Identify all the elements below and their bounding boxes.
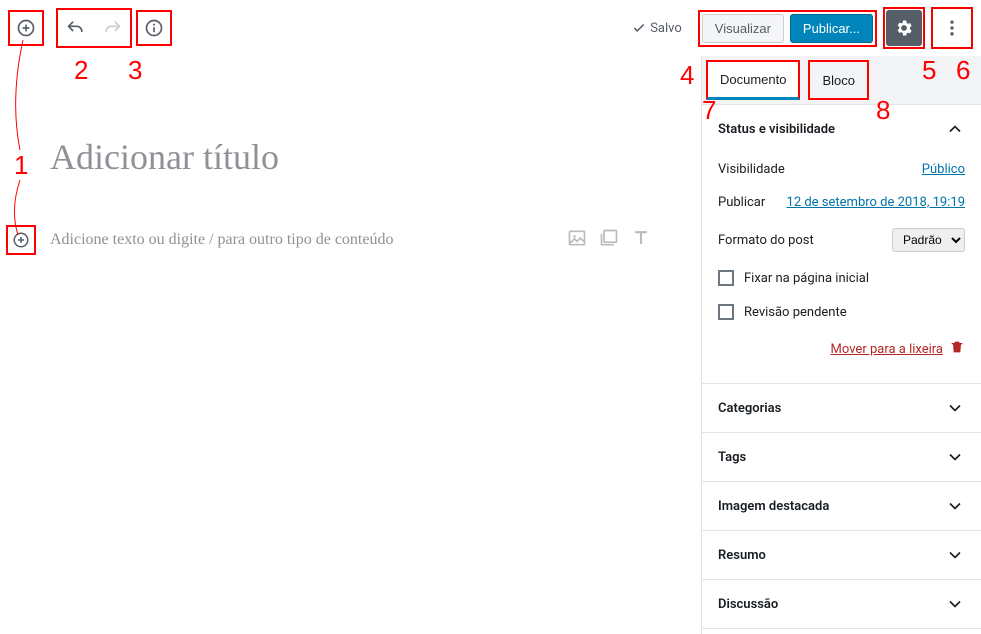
sidebar-tabs: Documento Bloco [702, 56, 981, 105]
history-group [56, 8, 132, 48]
panel-excerpt: Resumo [702, 531, 981, 580]
publish-date-row: Publicar 12 de setembro de 2018, 19:19 [718, 186, 965, 219]
panel-featured-title: Imagem destacada [718, 499, 829, 514]
settings-box [883, 7, 925, 49]
trash-row: Mover para a lixeira [718, 329, 965, 369]
text-block-icon[interactable] [631, 228, 651, 252]
post-format-label: Formato do post [718, 233, 814, 248]
publish-button[interactable]: Publicar... [790, 14, 873, 43]
save-status: Salvo [632, 21, 682, 36]
undo-icon [66, 18, 86, 38]
image-block-icon[interactable] [567, 228, 587, 252]
stick-checkbox-row[interactable]: Fixar na página inicial [718, 261, 965, 295]
panel-featured-header[interactable]: Imagem destacada [702, 482, 981, 530]
more-options-button[interactable] [934, 10, 970, 46]
info-icon [144, 18, 164, 38]
post-format-select[interactable]: Padrão [892, 228, 965, 252]
visibility-row: Visibilidade Público [718, 153, 965, 186]
default-block-row: Adicione texto ou digite / para outro ti… [50, 228, 651, 252]
chevron-down-icon [945, 594, 965, 614]
settings-button[interactable] [886, 10, 922, 46]
chevron-down-icon [945, 447, 965, 467]
pending-label: Revisão pendente [744, 305, 847, 320]
save-status-label: Salvo [650, 21, 682, 36]
toolbar-left-group [8, 8, 172, 48]
panel-status-title: Status e visibilidade [718, 122, 835, 137]
chevron-down-icon [945, 545, 965, 565]
block-quick-inserters [567, 228, 651, 252]
panel-status-visibility: Status e visibilidade Visibilidade Públi… [702, 105, 981, 384]
tab-block[interactable]: Bloco [808, 60, 869, 100]
panel-categories-title: Categorias [718, 401, 781, 416]
post-format-row: Formato do post Padrão [718, 219, 965, 261]
preview-button[interactable]: Visualizar [702, 14, 784, 43]
undo-button[interactable] [58, 10, 94, 46]
editor-canvas: Adicionar título Adicione texto ou digit… [0, 56, 701, 634]
settings-sidebar: Documento Bloco Status e visibilidade Vi… [701, 56, 981, 634]
panel-tags-header[interactable]: Tags [702, 433, 981, 481]
chevron-up-icon [945, 119, 965, 139]
panel-discussion: Discussão [702, 580, 981, 629]
panel-discussion-header[interactable]: Discussão [702, 580, 981, 628]
gallery-block-icon[interactable] [599, 228, 619, 252]
checkbox-icon [718, 270, 734, 286]
info-button[interactable] [136, 10, 172, 46]
more-box [931, 7, 973, 49]
visibility-label: Visibilidade [718, 162, 785, 177]
panel-categories-header[interactable]: Categorias [702, 384, 981, 432]
panel-discussion-title: Discussão [718, 597, 778, 612]
checkbox-icon [718, 304, 734, 320]
panel-excerpt-header[interactable]: Resumo [702, 531, 981, 579]
panel-status-body: Visibilidade Público Publicar 12 de sete… [702, 153, 981, 383]
chevron-down-icon [945, 496, 965, 516]
inline-add-block-button[interactable] [6, 225, 36, 255]
post-title-input[interactable]: Adicionar título [50, 136, 651, 178]
toolbar-right-group: Salvo Visualizar Publicar... [632, 7, 973, 49]
redo-icon [102, 18, 122, 38]
redo-button[interactable] [94, 10, 130, 46]
panel-status-header[interactable]: Status e visibilidade [702, 105, 981, 153]
top-toolbar: Salvo Visualizar Publicar... [0, 0, 981, 56]
plus-circle-icon [16, 18, 36, 38]
visibility-value-link[interactable]: Público [922, 162, 965, 177]
tab-document[interactable]: Documento [706, 60, 800, 100]
gear-icon [894, 18, 914, 38]
publish-date-link[interactable]: 12 de setembro de 2018, 19:19 [787, 195, 965, 210]
panel-excerpt-title: Resumo [718, 548, 766, 563]
block-placeholder-text[interactable]: Adicione texto ou digite / para outro ti… [50, 231, 567, 249]
chevron-down-icon [945, 398, 965, 418]
check-icon [632, 21, 646, 35]
move-to-trash-link[interactable]: Mover para a lixeira [831, 342, 943, 357]
publish-group-box: Visualizar Publicar... [698, 10, 877, 47]
panel-tags-title: Tags [718, 450, 746, 465]
more-vertical-icon [942, 18, 962, 38]
pending-checkbox-row[interactable]: Revisão pendente [718, 295, 965, 329]
main-area: Adicionar título Adicione texto ou digit… [0, 56, 981, 634]
panel-featured-image: Imagem destacada [702, 482, 981, 531]
panel-categories: Categorias [702, 384, 981, 433]
trash-icon [949, 339, 965, 359]
stick-label: Fixar na página inicial [744, 271, 869, 286]
plus-circle-icon [12, 231, 30, 249]
panel-tags: Tags [702, 433, 981, 482]
add-block-button[interactable] [8, 10, 44, 46]
publish-date-label: Publicar [718, 195, 765, 210]
